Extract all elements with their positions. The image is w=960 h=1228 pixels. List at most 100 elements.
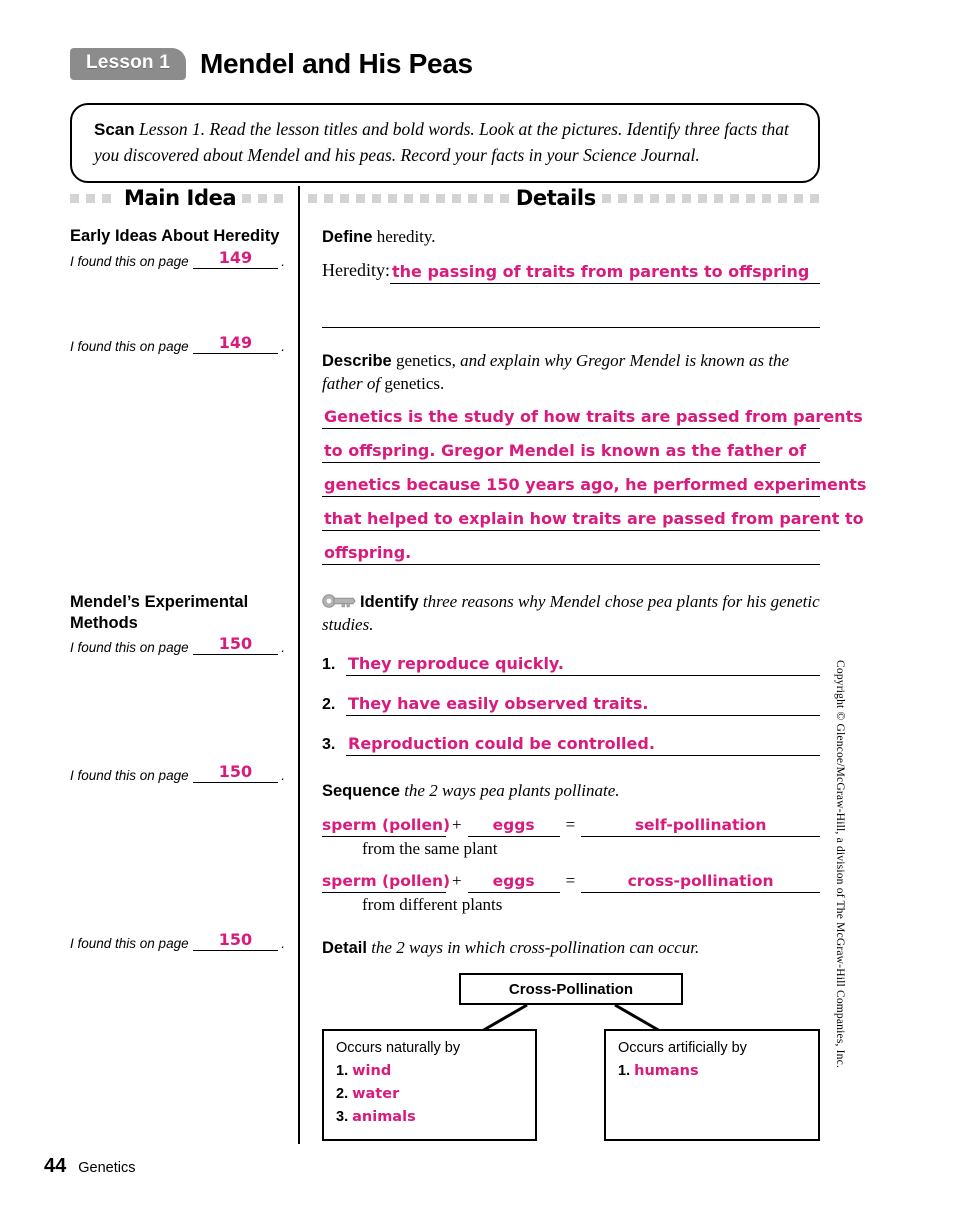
identify-answer: They have easily observed traits. bbox=[348, 694, 649, 714]
equation-subcaption: from the same plant bbox=[362, 838, 498, 858]
item-number: 3. bbox=[336, 1109, 349, 1126]
page-number-answer: 150 bbox=[218, 762, 253, 781]
define-cue: Define bbox=[322, 228, 373, 246]
page-number-blank[interactable]: 150 bbox=[192, 762, 279, 783]
found-on-page-row: I found this on page 149 . bbox=[70, 247, 285, 269]
page-number-blank[interactable]: 149 bbox=[192, 333, 279, 354]
describe-prompt: Describe genetics, and explain why Grego… bbox=[322, 350, 820, 395]
main-idea-block: Mendel’s Experimental Methods I found th… bbox=[70, 592, 285, 656]
identify-section: Identify three reasons why Mendel chose … bbox=[322, 591, 820, 757]
equation-left-blank[interactable]: sperm (pollen) bbox=[322, 811, 451, 837]
dash-run-right bbox=[601, 193, 820, 203]
dash-run-left bbox=[308, 193, 510, 203]
detail-prompt-text: the 2 ways in which cross-pollination ca… bbox=[366, 937, 700, 957]
heredity-answer-blank-2[interactable] bbox=[322, 298, 820, 329]
heredity-answer-blank[interactable]: the passing of traits from parents to of… bbox=[389, 254, 820, 285]
equation-left-blank[interactable]: sperm (pollen) bbox=[322, 867, 451, 893]
details-column: Define heredity. Heredity: the passing o… bbox=[322, 226, 866, 1143]
main-idea-block: I found this on page 149 . bbox=[70, 333, 285, 354]
describe-section: Describe genetics, and explain why Grego… bbox=[322, 350, 866, 565]
found-prefix: I found this on page bbox=[70, 768, 189, 783]
describe-answer-blank[interactable]: offspring. bbox=[322, 535, 820, 565]
page-number-blank[interactable]: 150 bbox=[192, 930, 279, 951]
item-answer: animals bbox=[352, 1109, 416, 1126]
identify-item-row: 3. Reproduction could be controlled. bbox=[322, 726, 820, 757]
describe-answer-line: genetics because 150 years ago, he perfo… bbox=[324, 474, 867, 494]
pollination-equation-row: sperm (pollen) + eggs = self-pollination bbox=[322, 811, 820, 837]
describe-prompt-plain: genetics, bbox=[391, 351, 461, 371]
details-header-label: Details bbox=[515, 186, 596, 210]
equation-result-blank[interactable]: self-pollination bbox=[581, 811, 820, 837]
page-number-answer: 149 bbox=[218, 247, 253, 267]
identify-answer-blank[interactable]: They reproduce quickly. bbox=[346, 646, 820, 677]
sequence-prompt-text: the 2 ways pea plants pollinate. bbox=[399, 781, 620, 801]
identify-item-row: 1. They reproduce quickly. bbox=[322, 646, 820, 677]
detail-cue: Detail bbox=[322, 938, 367, 957]
page-number-answer: 149 bbox=[218, 333, 253, 352]
identify-answer: They reproduce quickly. bbox=[348, 654, 564, 674]
page-number-blank[interactable]: 149 bbox=[192, 247, 279, 269]
equation-result-answer: cross-pollination bbox=[627, 871, 774, 890]
found-prefix: I found this on page bbox=[70, 936, 189, 951]
page-title: Mendel and His Peas bbox=[199, 48, 473, 79]
define-prompt-text: heredity. bbox=[372, 227, 436, 246]
identify-answer-blank[interactable]: Reproduction could be controlled. bbox=[346, 726, 820, 757]
flowchart-left-box: Occurs naturally by 1. wind 2. water 3. … bbox=[322, 1029, 537, 1142]
main-idea-title: Mendel’s Experimental Methods bbox=[70, 593, 249, 632]
describe-answer-blank[interactable]: to offspring. Gregor Mendel is known as … bbox=[322, 433, 820, 463]
equation-middle-blank[interactable]: eggs bbox=[467, 811, 560, 837]
left-box-item: 1. wind bbox=[336, 1063, 523, 1079]
item-number: 2. bbox=[322, 696, 336, 714]
main-idea-header-label: Main Idea bbox=[124, 186, 237, 210]
equation-result-blank[interactable]: cross-pollination bbox=[581, 867, 820, 893]
page-footer: 44 Genetics bbox=[44, 1155, 135, 1178]
page-number-blank[interactable]: 150 bbox=[192, 634, 279, 656]
left-box-item: 2. water bbox=[336, 1086, 523, 1102]
found-on-page-row: I found this on page 149 . bbox=[70, 333, 285, 354]
equation-middle-blank[interactable]: eggs bbox=[467, 867, 560, 893]
left-box-heading: Occurs naturally by bbox=[336, 1040, 461, 1057]
cross-pollination-flowchart: Cross-Pollination Occurs naturally by 1.… bbox=[322, 973, 820, 1143]
right-box-item: 1. humans bbox=[618, 1063, 806, 1079]
item-number: 2. bbox=[336, 1086, 349, 1103]
page-number: 44 bbox=[44, 1155, 67, 1177]
describe-prompt-tail: genetics. bbox=[380, 373, 445, 393]
describe-answer-blank[interactable]: Genetics is the study of how traits are … bbox=[322, 399, 863, 429]
flowchart-top-box: Cross-Pollination bbox=[459, 973, 683, 1006]
equation-left-answer: sperm (pollen) bbox=[322, 871, 451, 890]
page-number-answer: 150 bbox=[218, 634, 253, 654]
main-idea-header: Main Idea bbox=[70, 186, 298, 210]
copyright-notice: Copyright © Glencoe/McGraw-Hill, a divis… bbox=[834, 660, 846, 1069]
heredity-label: Heredity: bbox=[322, 260, 390, 281]
dash-run-left bbox=[70, 193, 118, 203]
flowchart-right-box: Occurs artificially by 1. humans bbox=[604, 1029, 820, 1142]
left-box-item: 3. animals bbox=[336, 1109, 523, 1125]
describe-answer-line: that helped to explain how traits are pa… bbox=[324, 508, 864, 528]
identify-cue: Identify bbox=[360, 592, 419, 611]
page-number-answer: 150 bbox=[218, 930, 253, 949]
key-icon bbox=[322, 592, 356, 614]
equation-subcaption: from different plants bbox=[362, 894, 503, 914]
sequence-cue: Sequence bbox=[322, 782, 400, 801]
describe-answer-blank[interactable]: that helped to explain how traits are pa… bbox=[322, 501, 864, 531]
found-on-page-row: I found this on page 150 . bbox=[70, 762, 285, 783]
item-number: 1. bbox=[618, 1063, 631, 1080]
scan-text: Lesson 1. Read the lesson titles and bol… bbox=[94, 119, 789, 165]
define-section: Define heredity. Heredity: the passing o… bbox=[322, 226, 820, 329]
item-answer: wind bbox=[352, 1063, 392, 1080]
item-answer: humans bbox=[634, 1063, 699, 1080]
equation-left-answer: sperm (pollen) bbox=[322, 815, 451, 834]
heredity-answer-row: Heredity: the passing of traits from par… bbox=[322, 254, 820, 285]
found-prefix: I found this on page bbox=[70, 640, 189, 656]
dash-run-right bbox=[242, 193, 291, 203]
equals-operator: = bbox=[565, 870, 576, 890]
identify-item-row: 2. They have easily observed traits. bbox=[322, 686, 820, 717]
found-prefix: I found this on page bbox=[70, 339, 189, 354]
item-number: 3. bbox=[322, 736, 336, 754]
scan-cue: Scan bbox=[94, 120, 135, 139]
describe-answer-blank[interactable]: genetics because 150 years ago, he perfo… bbox=[322, 467, 866, 497]
found-on-page-row: I found this on page 150 . bbox=[70, 930, 285, 951]
describe-cue: Describe bbox=[322, 352, 392, 371]
identify-answer-blank[interactable]: They have easily observed traits. bbox=[346, 686, 820, 717]
found-prefix: I found this on page bbox=[70, 253, 189, 269]
